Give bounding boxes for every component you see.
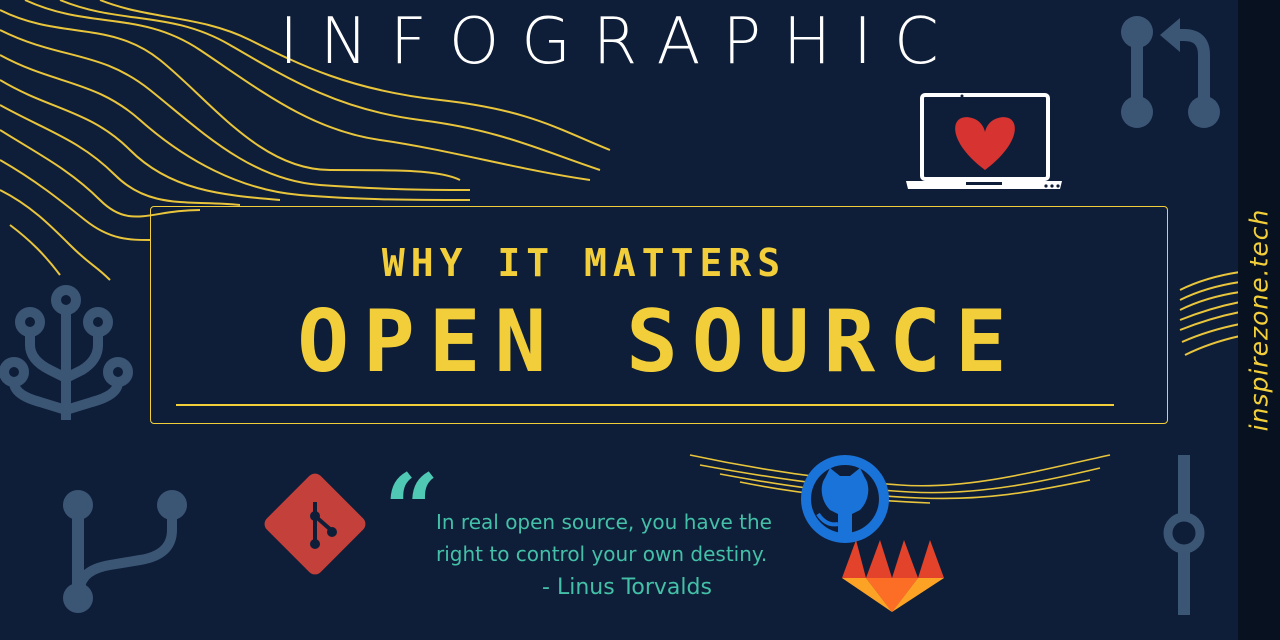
quote-author: - Linus Torvalds: [542, 575, 712, 600]
gitlab-logo-icon: [842, 540, 944, 612]
github-logo-icon: [801, 455, 889, 543]
quote-text: In real open source, you have the right …: [436, 506, 806, 570]
branch-icon: [63, 490, 187, 613]
page-title: INFOGRAPHIC: [279, 5, 961, 79]
banner-subtitle: WHY IT MATTERS: [381, 241, 787, 285]
circuit-tree-icon: [0, 285, 133, 420]
commit-icon: [1163, 455, 1205, 615]
quote-mark-icon: “: [384, 453, 439, 566]
git-logo-icon: [264, 473, 366, 575]
banner-headline: OPEN SOURCE: [297, 292, 1021, 392]
laptop-heart-icon: [906, 93, 1062, 189]
quote-line-2: right to control your own destiny.: [436, 542, 768, 566]
site-name: inspirezone.tech: [1244, 208, 1274, 432]
wave-lines-bottom: [689, 454, 1111, 504]
quote-line-1: In real open source, you have the: [436, 510, 772, 534]
wave-lines-right: [1179, 271, 1241, 356]
panel-divider: [176, 404, 1114, 406]
